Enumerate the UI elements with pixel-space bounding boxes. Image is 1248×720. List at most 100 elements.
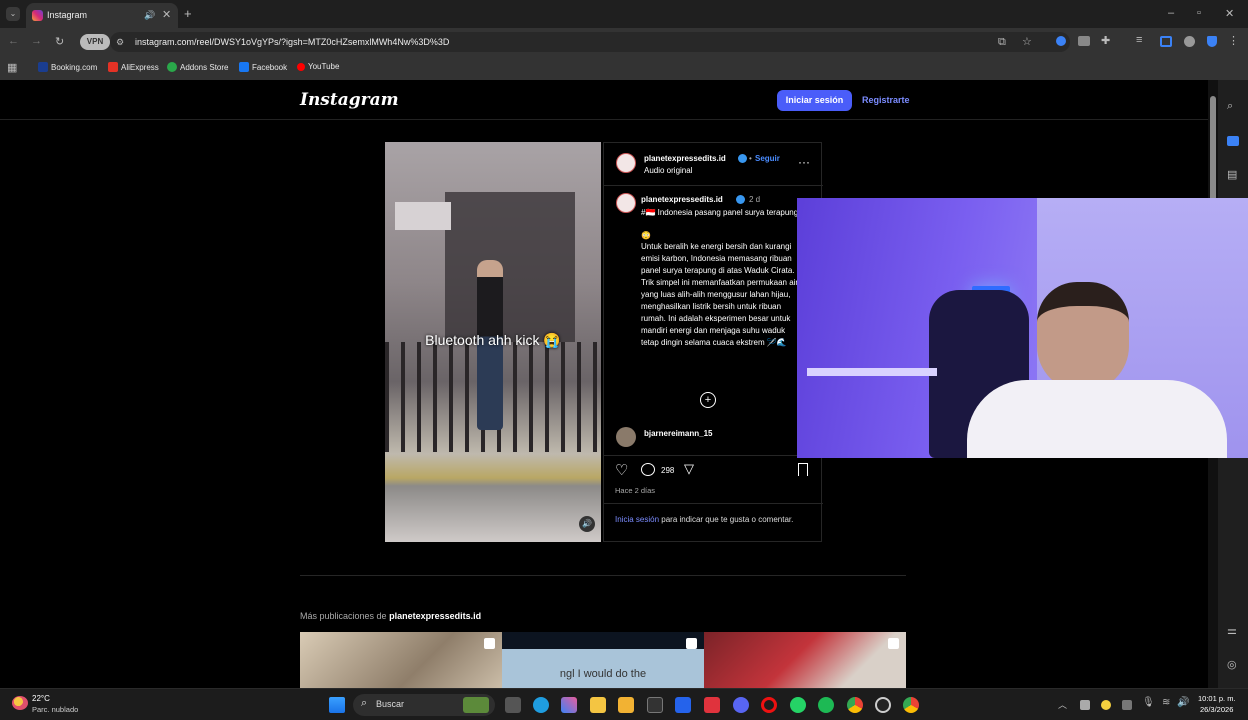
weather-condition[interactable]: Parc. nublado: [32, 705, 78, 714]
panel-divider-login: [604, 503, 823, 504]
shield-icon[interactable]: [1207, 36, 1217, 47]
address-bar[interactable]: ⚙ instagram.com/reel/DWSY1oVgYPs/?igsh=M…: [110, 32, 1070, 52]
reel-video[interactable]: Bluetooth ahh kick 😭 🔊: [385, 142, 601, 542]
caption-avatar[interactable]: [616, 193, 636, 213]
post-thumbnail[interactable]: ngl I would do the: [502, 632, 704, 688]
posted-ago: Hace 2 días: [615, 486, 656, 495]
store-icon[interactable]: [618, 697, 634, 713]
post-thumbnail[interactable]: [300, 632, 502, 688]
start-button-icon[interactable]: [329, 697, 345, 713]
window-close-icon[interactable]: ✕: [1225, 7, 1234, 20]
file-explorer-icon[interactable]: [590, 697, 606, 713]
section-divider: [300, 575, 906, 576]
extension-icon[interactable]: [1056, 36, 1066, 46]
install-app-icon[interactable]: ⧉: [998, 32, 1006, 52]
tray-network-icon[interactable]: [1122, 700, 1132, 710]
like-heart-icon[interactable]: ♡: [615, 461, 628, 479]
site-info-icon[interactable]: ⚙: [116, 32, 124, 52]
side-feedback-icon[interactable]: ◎: [1227, 658, 1237, 671]
copilot-icon[interactable]: [561, 697, 577, 713]
signup-link[interactable]: Registrarte: [862, 95, 910, 105]
weather-temperature[interactable]: 22°C: [32, 694, 50, 703]
tray-overflow-icon[interactable]: ︿: [1058, 698, 1067, 711]
login-button[interactable]: Iniciar sesión: [777, 90, 852, 111]
more-options-icon[interactable]: ···: [798, 155, 810, 169]
comment-icon[interactable]: [641, 463, 655, 476]
restore-icon[interactable]: ▫: [1197, 7, 1201, 19]
tab-instagram[interactable]: Instagram 🔊 ✕: [26, 3, 178, 28]
weather-icon[interactable]: [12, 696, 28, 710]
webcam-overlay: [797, 198, 1248, 458]
taskbar-search-text: Buscar: [376, 699, 405, 709]
reel-icon: [484, 638, 495, 649]
bookmark-addons-store[interactable]: Addons Store: [167, 62, 228, 72]
more-posts-user[interactable]: planetexpressedits.id: [389, 611, 481, 621]
audio-label[interactable]: Audio original: [644, 166, 692, 175]
side-search-icon[interactable]: ⌕: [1227, 100, 1233, 113]
mute-icon[interactable]: 🔊: [579, 516, 595, 532]
extensions-puzzle-icon[interactable]: ✚: [1101, 34, 1110, 47]
url-text[interactable]: instagram.com/reel/DWSY1oVgYPs/?igsh=MTZ…: [135, 32, 449, 52]
bookmark-booking[interactable]: Booking.com: [38, 62, 97, 72]
clock-time[interactable]: 10:01 p. m.: [1198, 694, 1236, 703]
bookmark-star-icon[interactable]: ☆: [1022, 32, 1032, 52]
tab-close-icon[interactable]: ✕: [162, 3, 171, 28]
commenter-avatar[interactable]: [616, 427, 636, 447]
reading-list-icon[interactable]: ≡: [1136, 34, 1142, 46]
whatsapp-icon[interactable]: [790, 697, 806, 713]
back-icon[interactable]: ←: [8, 35, 19, 47]
login-prompt-link[interactable]: Inicia sesión: [615, 515, 659, 524]
instagram-logo[interactable]: Instagram: [300, 90, 399, 110]
save-bookmark-icon[interactable]: [798, 463, 808, 476]
bookmark-youtube[interactable]: YouTube: [297, 62, 339, 71]
sidebar-toggle-icon[interactable]: [1160, 36, 1172, 47]
obs-icon[interactable]: [875, 697, 891, 713]
author-avatar[interactable]: [616, 153, 636, 173]
vivaldi-icon[interactable]: [704, 697, 720, 713]
side-settings-icon[interactable]: ⚌: [1227, 624, 1237, 637]
follow-button[interactable]: Seguir: [755, 154, 780, 163]
tab-search-icon[interactable]: ⌄: [6, 7, 20, 21]
addons-store-icon: [167, 62, 177, 72]
post-thumbnail[interactable]: [704, 632, 906, 688]
edge-icon[interactable]: [533, 697, 549, 713]
active-chrome-icon[interactable]: [903, 697, 919, 713]
bookmark-facebook[interactable]: Facebook: [239, 62, 287, 72]
commenter-username[interactable]: bjarnereimann_15: [644, 429, 712, 438]
menu-dots-icon[interactable]: ⋮: [1228, 34, 1239, 47]
extension-video-icon[interactable]: [1078, 36, 1090, 46]
tray-app-icon[interactable]: [1080, 700, 1090, 710]
profile-avatar[interactable]: [1184, 36, 1195, 47]
comment-count: 298: [661, 466, 675, 475]
side-notes-icon[interactable]: ▤: [1227, 168, 1237, 181]
side-copilot-icon[interactable]: [1227, 136, 1239, 146]
author-username[interactable]: planetexpressedits.id: [644, 154, 726, 163]
microphone-icon[interactable]: 🎙: [1142, 697, 1155, 708]
reload-icon[interactable]: ↻: [55, 35, 64, 48]
task-view-icon[interactable]: [505, 697, 521, 713]
chrome-icon[interactable]: [847, 697, 863, 713]
tab-audio-icon[interactable]: 🔊: [144, 3, 155, 28]
clock-date[interactable]: 26/3/2026: [1200, 705, 1233, 714]
discord-icon[interactable]: [733, 697, 749, 713]
vpn-badge-icon[interactable]: VPN: [80, 34, 110, 50]
taskbar-search[interactable]: ⌕ Buscar: [353, 694, 495, 716]
tray-norton-icon[interactable]: [1101, 700, 1111, 710]
forward-icon[interactable]: →: [31, 35, 42, 47]
apps-grid-icon[interactable]: ▦: [7, 61, 17, 74]
share-icon[interactable]: ▽: [684, 461, 694, 477]
load-more-comments-icon[interactable]: +: [700, 392, 716, 408]
volume-icon[interactable]: 🔊: [1177, 697, 1189, 708]
building-sign: [395, 202, 451, 230]
thumbnail-caption: ngl I would do the: [559, 668, 647, 680]
caption-username[interactable]: planetexpressedits.id: [641, 195, 723, 204]
wifi-icon[interactable]: ≋: [1162, 697, 1170, 708]
minimize-icon[interactable]: –: [1168, 7, 1174, 19]
mail-icon[interactable]: [675, 697, 691, 713]
spotify-icon[interactable]: [818, 697, 834, 713]
bookmark-aliexpress[interactable]: AliExpress: [108, 62, 159, 72]
new-tab-icon[interactable]: +: [184, 6, 192, 21]
scrollbar-thumb[interactable]: [1210, 96, 1216, 206]
terminal-icon[interactable]: [647, 697, 663, 713]
opera-icon[interactable]: [761, 697, 777, 713]
